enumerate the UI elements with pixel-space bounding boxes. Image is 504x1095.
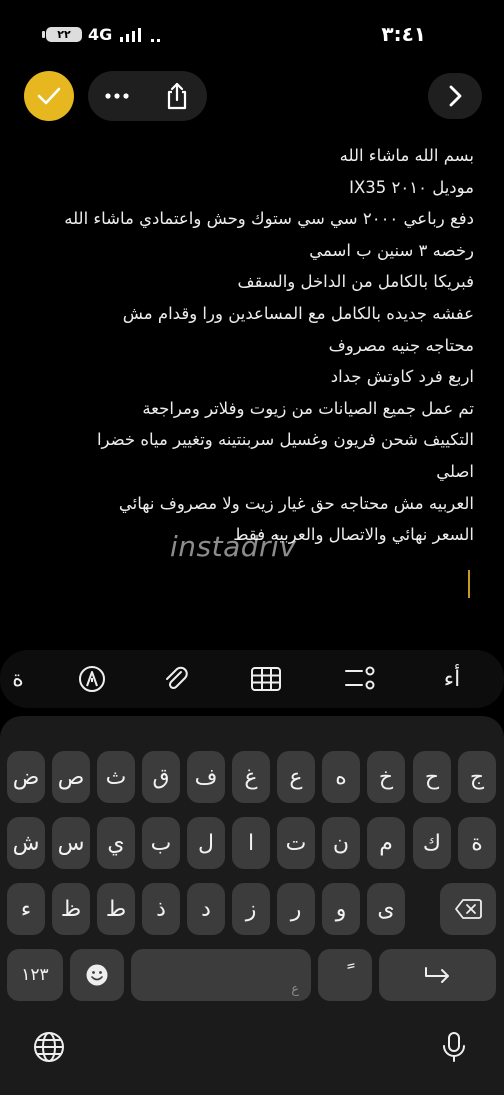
- signal-bars-icon: [120, 28, 160, 42]
- clock: ٣:٤١: [381, 22, 426, 46]
- key[interactable]: ن: [322, 817, 360, 869]
- key[interactable]: ب: [142, 817, 180, 869]
- ellipsis-icon[interactable]: [102, 84, 132, 108]
- microphone-icon[interactable]: [437, 1030, 471, 1064]
- chevron-right-icon: [449, 85, 462, 107]
- note-text-area[interactable]: بسم الله ماشاء الله موديل ٢٠١٠ IX35 دفع …: [24, 140, 474, 551]
- backspace-icon: [455, 899, 482, 919]
- note-line: العربيه مش محتاجه حق غيار زيت ولا مصروف …: [118, 493, 474, 513]
- space-key[interactable]: ع: [131, 949, 311, 1001]
- key[interactable]: ل: [187, 817, 225, 869]
- key[interactable]: خ: [367, 751, 405, 803]
- return-icon: [424, 967, 449, 983]
- note-line: اربع فرد كاوتش جداد: [330, 367, 474, 387]
- emoji-key[interactable]: [70, 949, 124, 1001]
- key[interactable]: ك: [413, 817, 451, 869]
- key[interactable]: ص: [52, 751, 90, 803]
- note-line: رخصه ٣ سنين ب اسمي: [309, 240, 474, 260]
- note-line: فبريكا بالكامل من الداخل والسقف: [237, 272, 474, 292]
- note-line: التكييف شحن فريون وغسيل سربنتينه وتغيير …: [96, 430, 474, 450]
- checkmark-icon: [37, 87, 61, 105]
- key[interactable]: ع: [277, 751, 315, 803]
- text-style-button[interactable]: أء: [432, 664, 472, 694]
- key[interactable]: ج: [458, 751, 496, 803]
- key[interactable]: ش: [7, 817, 45, 869]
- network-type: 4G: [88, 25, 113, 44]
- numbers-key[interactable]: ١٢٣: [7, 949, 63, 1001]
- key[interactable]: ف: [187, 751, 225, 803]
- key[interactable]: د: [187, 883, 225, 935]
- share-icon[interactable]: [164, 81, 190, 111]
- key[interactable]: ت: [277, 817, 315, 869]
- key[interactable]: ر: [277, 883, 315, 935]
- key[interactable]: م: [367, 817, 405, 869]
- checklist-icon[interactable]: [344, 664, 376, 694]
- key[interactable]: ث: [97, 751, 135, 803]
- key[interactable]: ظ: [52, 883, 90, 935]
- note-line: عفشه جديده بالكامل مع المساعدين ورا وقدا…: [122, 303, 474, 323]
- note-line: تم عمل جميع الصيانات من زيوت وفلاتر ومرا…: [142, 398, 474, 418]
- note-line: موديل ٢٠١٠ IX35: [349, 177, 474, 197]
- emoji-icon: [86, 964, 108, 986]
- key[interactable]: ه: [322, 751, 360, 803]
- note-line: اصلي: [436, 461, 474, 481]
- key[interactable]: ى: [367, 883, 405, 935]
- watermark-logo: instadriv: [170, 530, 297, 563]
- enter-key[interactable]: [379, 949, 496, 1001]
- key[interactable]: ذ: [142, 883, 180, 935]
- partial-format-item[interactable]: ة: [8, 664, 28, 694]
- note-line: محتاجه جنيه مصروف: [328, 335, 474, 355]
- key[interactable]: ح: [413, 751, 451, 803]
- key[interactable]: ة: [458, 817, 496, 869]
- forward-button[interactable]: [428, 73, 482, 119]
- key[interactable]: ط: [97, 883, 135, 935]
- note-line: بسم الله ماشاء الله: [339, 146, 474, 165]
- key[interactable]: ا: [232, 817, 270, 869]
- note-actions-pill: [88, 71, 207, 121]
- formatting-toolbar: ة أء: [0, 650, 504, 708]
- key[interactable]: ق: [142, 751, 180, 803]
- table-icon[interactable]: [250, 664, 282, 694]
- key[interactable]: و: [322, 883, 360, 935]
- key[interactable]: ء: [7, 883, 45, 935]
- done-button[interactable]: [24, 71, 74, 121]
- attachment-icon[interactable]: [160, 664, 192, 694]
- battery-indicator: ٢٢: [42, 27, 82, 42]
- note-line: دفع رباعي ٢٠٠٠ سي سي ستوك وحش واعتمادي م…: [64, 209, 474, 229]
- status-bar: ٢٢ 4G ٣:٤١: [0, 0, 504, 64]
- globe-icon[interactable]: [32, 1030, 66, 1064]
- tanween-key[interactable]: ً: [318, 949, 372, 1001]
- key[interactable]: ض: [7, 751, 45, 803]
- text-cursor: [468, 570, 470, 598]
- key[interactable]: س: [52, 817, 90, 869]
- pen-icon[interactable]: [76, 664, 108, 694]
- backspace-key[interactable]: [440, 883, 496, 935]
- key[interactable]: غ: [232, 751, 270, 803]
- key[interactable]: ي: [97, 817, 135, 869]
- key[interactable]: ز: [232, 883, 270, 935]
